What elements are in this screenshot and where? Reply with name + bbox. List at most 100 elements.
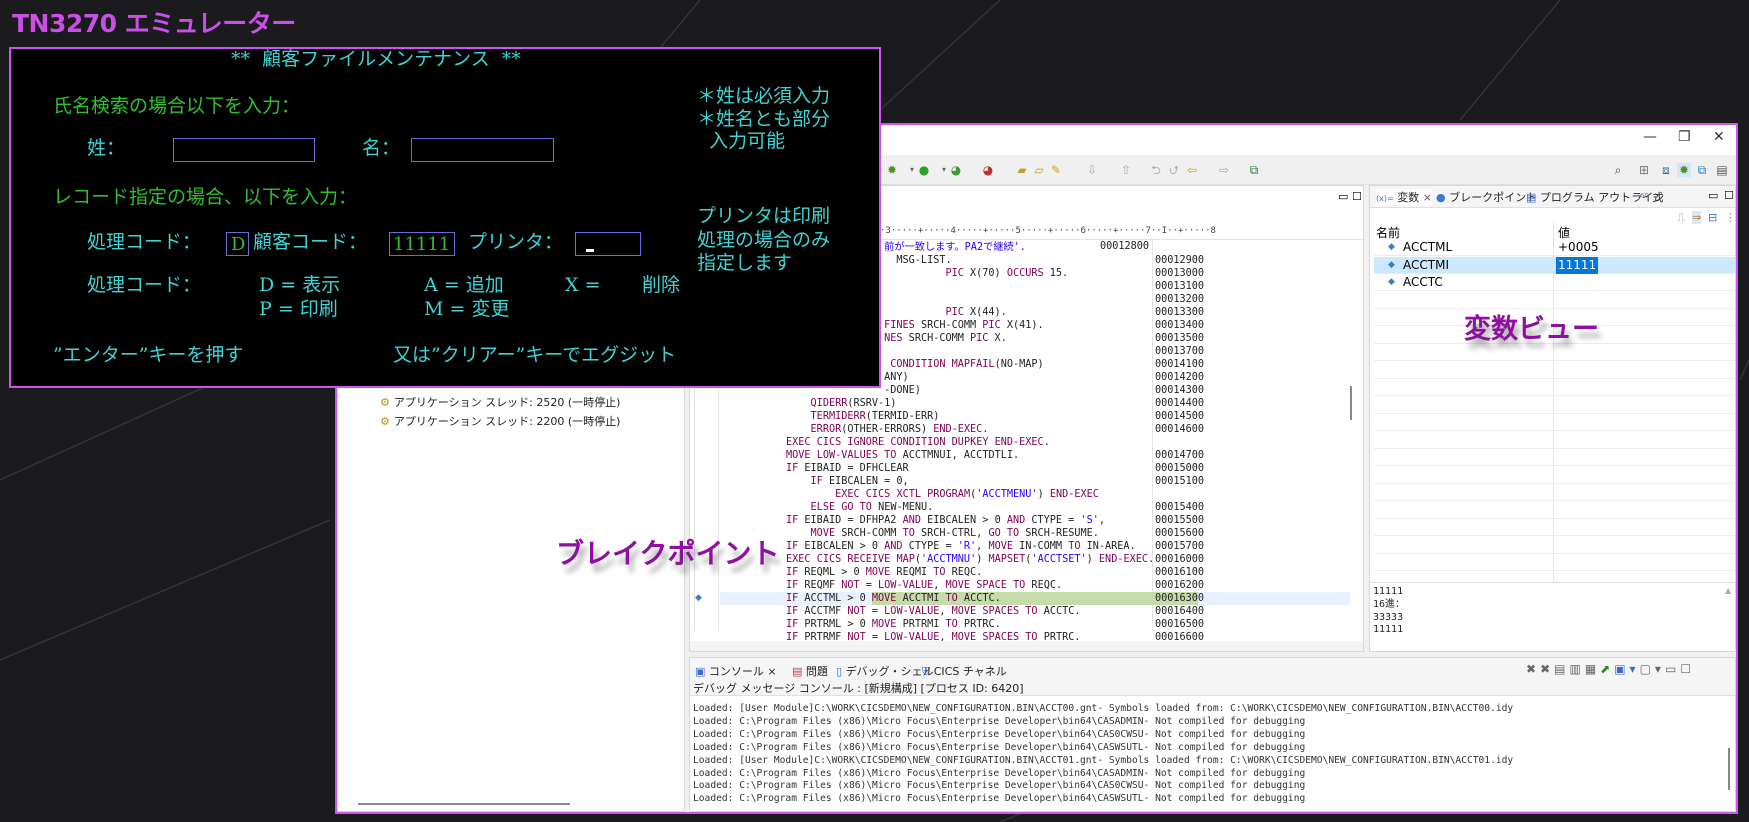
scroll-up-icon[interactable]: ▲ [1725, 586, 1731, 595]
first-name-input[interactable] [411, 138, 554, 162]
proc-code-input[interactable]: D [226, 232, 249, 256]
console-view: ▣ コンソール × ▤ 問題 ▯ デバッグ・シェル ⛨ CICS チャネル ✖✖… [689, 657, 1736, 812]
maximize-view-icon[interactable]: ☐ [1680, 662, 1695, 676]
code-delete: X = [565, 274, 601, 296]
forward-arrow-icon[interactable]: ⇨ [1217, 163, 1231, 177]
vertical-scrollbar[interactable] [1728, 748, 1730, 790]
run-external-icon[interactable]: ◕ [949, 163, 963, 177]
sequence-number: 00012900 [1155, 255, 1205, 266]
back-icon[interactable]: ⮍ [1167, 163, 1181, 177]
code-line[interactable]: IF EIBAID = DFHCLEAR [786, 462, 909, 475]
last-name-input[interactable] [173, 138, 315, 162]
vertical-scrollbar[interactable] [1350, 386, 1352, 420]
search-icon[interactable]: ⌕ [1611, 163, 1625, 177]
instruction-pointer-icon[interactable]: ◆ [695, 593, 702, 603]
code-line[interactable]: EXEC CICS XCTL PROGRAM('ACCTMENU') END-E… [786, 488, 1099, 501]
customer-code-input[interactable]: 11111 [389, 232, 455, 256]
word-wrap-icon[interactable]: ▦ [1585, 662, 1600, 676]
code-line[interactable]: TERMIDERR(TERMID-ERR) [786, 410, 940, 423]
code-line[interactable]: IF EIBAID = DFHPA2 AND EIBCALEN > 0 AND … [786, 514, 1105, 527]
collapse-all-icon[interactable]: ⊟ [1708, 211, 1717, 224]
note-line-2: ＊姓名とも部分 [697, 108, 831, 130]
close-tab-icon[interactable]: × [1423, 191, 1432, 204]
open-console-icon[interactable]: ▢▾ [1640, 662, 1665, 676]
variable-row[interactable]: ◆ ACCTC [1374, 274, 1735, 291]
record-label: レコード指定の場合、以下を入力： [53, 186, 358, 208]
code-line[interactable]: IF EIBCALEN = 0, [786, 475, 909, 488]
minimize-view-icon[interactable]: ▭ [1665, 662, 1680, 676]
pin-console-icon[interactable]: ⬈ [1600, 662, 1614, 676]
code-line[interactable]: EXEC CICS IGNORE CONDITION DUPKEY END-EX… [786, 436, 1050, 449]
scroll-lock-icon[interactable]: ▥ [1569, 662, 1584, 676]
show-type-names-icon[interactable]: ⎍ [1677, 211, 1685, 225]
debug-icon[interactable]: ✹ [885, 163, 899, 177]
perspective-icon-3[interactable]: ▤ [1715, 163, 1729, 177]
code-line[interactable]: IF EIBCALEN > 0 AND CTYPE = 'R', MOVE IN… [786, 540, 1136, 553]
variable-row[interactable]: ◆ ACCTMI 11111 [1374, 256, 1735, 274]
open-perspective-icon[interactable]: ⊞ [1637, 163, 1651, 177]
sequence-number: 00013100 [1155, 281, 1205, 292]
code-line[interactable]: ELSE GO TO NEW-MENU. [786, 501, 934, 514]
tab-console[interactable]: ▣ コンソール × [695, 663, 777, 679]
pin-editor-icon[interactable]: ⧉ [1247, 163, 1261, 177]
remove-all-terminated-icon[interactable]: ✖ [1540, 662, 1554, 676]
maximize-button[interactable]: ❐ [1678, 129, 1691, 145]
tab-variables[interactable]: (x)= 変数 × [1376, 189, 1432, 205]
back-arrow-icon[interactable]: ⇦ [1185, 163, 1199, 177]
printer-input[interactable] [575, 232, 641, 256]
tab-problems[interactable]: ▤ 問題 [792, 663, 828, 679]
thread-item[interactable]: ⚙ アプリケーション スレッド: 2520 (一時停止) [380, 394, 620, 410]
minimize-button[interactable]: — [1643, 129, 1657, 145]
variable-row[interactable]: ◆ ACCTML +0005 [1374, 239, 1735, 256]
open-type-icon[interactable]: ▰ [1015, 163, 1029, 177]
code-line[interactable]: MOVE SRCH-COMM TO SRCH-CTRL, GO TO SRCH-… [786, 527, 1099, 540]
code-line[interactable]: QIDERR(RSRV-1) [786, 397, 897, 410]
code-line[interactable]: IF PRTRML > 0 MOVE PRTRMI TO PRTRC. [786, 618, 1001, 631]
perspective-icon[interactable]: ⧈ [1659, 163, 1673, 177]
tab-debug-shell[interactable]: ▯ デバッグ・シェル [836, 663, 934, 679]
sequence-number: 00014700 [1155, 450, 1205, 461]
maximize-view-icon[interactable]: ☐ [1352, 190, 1362, 203]
code-line[interactable]: IF REQMF NOT = LOW-VALUE, MOVE SPACE TO … [786, 579, 1062, 592]
open-folder-icon[interactable]: ▱ [1032, 163, 1046, 177]
last-edit-icon[interactable]: ⮌ [1149, 163, 1163, 177]
minimize-view-icon[interactable]: ▭ [1338, 190, 1348, 203]
code-line[interactable]: ERROR(OTHER-ERRORS) END-EXEC. [786, 423, 989, 436]
terminate-icon[interactable]: ✖ [1526, 662, 1540, 676]
console-line: Loaded: [User Module]C:\WORK\CICSDEMO\NE… [693, 754, 1514, 766]
variable-detail-pane[interactable]: 11111 16進： 33333 11111 [1373, 586, 1405, 637]
perspective-icon-2[interactable]: ⧉ [1695, 163, 1709, 177]
customer-code-label: 顧客コード： [253, 231, 368, 253]
sequence-number: 00014600 [1155, 424, 1205, 435]
view-menu-icon[interactable]: ⋮ [1725, 211, 1736, 224]
code-line[interactable]: IF REQML > 0 MOVE REQMI TO REQC. [786, 566, 982, 579]
pen-icon[interactable]: ✎ [1049, 163, 1063, 177]
sequence-number: 00015000 [1155, 463, 1205, 474]
tab-expressions[interactable]: ⁶⁰ 式 [1640, 189, 1663, 205]
tab-cics-channel[interactable]: ⛨ CICS チャネル [922, 663, 1007, 679]
minimize-view-icon[interactable]: ▭ [1708, 189, 1718, 202]
run-icon[interactable]: ● [917, 163, 931, 177]
display-console-icon[interactable]: ▣▾ [1614, 662, 1639, 676]
close-tab-icon[interactable]: × [767, 665, 776, 678]
code-line[interactable]: EXEC CICS RECEIVE MAP('ACCTMNU') MAPSET(… [786, 553, 1154, 566]
debug-perspective-icon[interactable]: ✹ [1677, 163, 1691, 177]
horizontal-scrollbar[interactable] [690, 641, 1363, 651]
thread-item[interactable]: ⚙ アプリケーション スレッド: 2200 (一時停止) [380, 413, 620, 429]
close-button[interactable]: ✕ [1713, 129, 1725, 145]
prev-annotation-icon[interactable]: ⇧ [1119, 163, 1133, 177]
next-annotation-icon[interactable]: ⇩ [1085, 163, 1099, 177]
maximize-view-icon[interactable]: ☐ [1724, 189, 1734, 202]
tab-breakpoints[interactable]: ● ブレークポイント [1436, 189, 1537, 205]
horizontal-scrollbar[interactable] [358, 803, 570, 805]
code-line[interactable]: IF ACCTML > 0 MOVE ACCTMI TO ACCTC. [786, 592, 1001, 605]
empty-row [1374, 502, 1735, 519]
sequence-number: 00013700 [1155, 346, 1205, 357]
problems-icon: ▤ [792, 665, 803, 678]
show-logical-structure-icon[interactable]: ⇒ [1692, 211, 1702, 224]
clear-console-icon[interactable]: ▤ [1554, 662, 1569, 676]
console-header: デバッグ メッセージ コンソール : [新規構成] [プロセス ID: 6420… [693, 682, 1024, 695]
code-line[interactable]: IF ACCTMF NOT = LOW-VALUE, MOVE SPACES T… [786, 605, 1081, 618]
code-line[interactable]: MOVE LOW-VALUES TO ACCTMNUI, ACCTDTLI. [786, 449, 1019, 462]
stop-external-icon[interactable]: ◕ [981, 163, 995, 177]
